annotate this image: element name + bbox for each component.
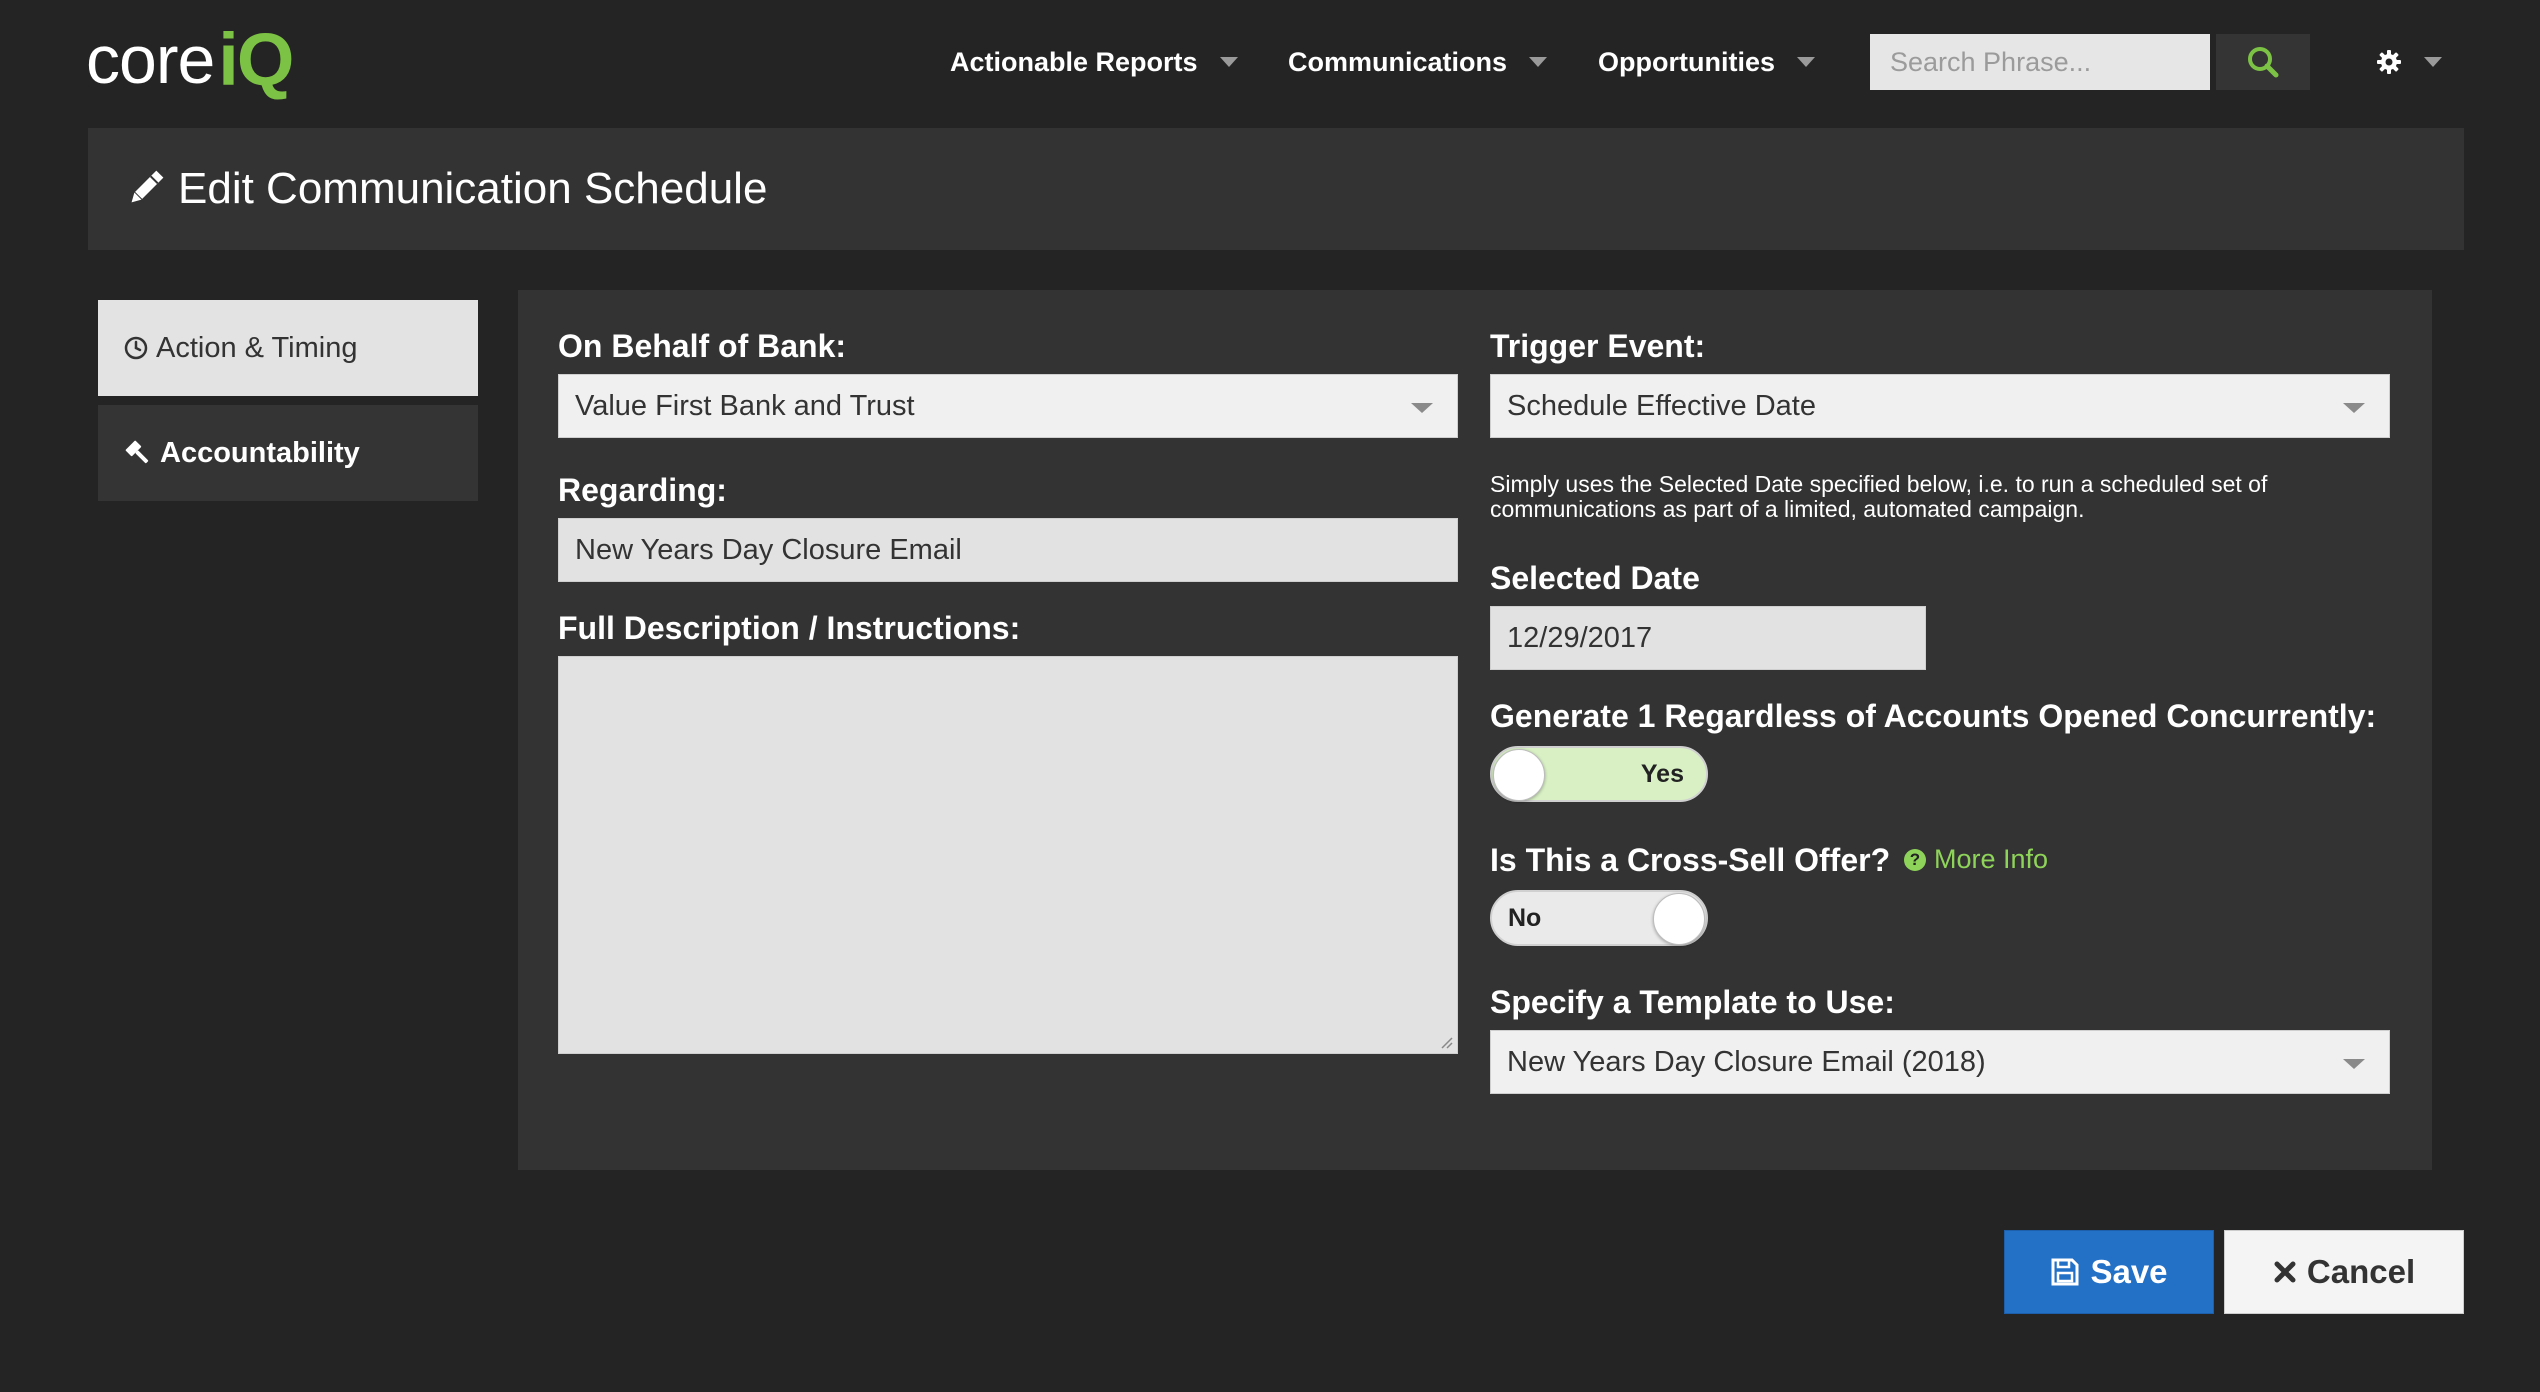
generate-one-label: Generate 1 Regardless of Accounts Opened…: [1490, 698, 2377, 734]
trigger-label: Trigger Event:: [1490, 328, 1706, 364]
trigger-help-text: Simply uses the Selected Date specified …: [1490, 471, 2268, 522]
description-textarea[interactable]: [558, 656, 1458, 1054]
brand-logo[interactable]: core iQ: [86, 18, 294, 101]
cancel-button[interactable]: Cancel: [2224, 1230, 2464, 1314]
question-circle-icon: ?: [1904, 848, 1926, 871]
bank-select[interactable]: Value First Bank and Trust: [558, 374, 1458, 438]
save-button-label: Save: [2090, 1253, 2168, 1290]
resize-handle-icon[interactable]: [1439, 1035, 1453, 1049]
chevron-down-icon: [1411, 403, 1433, 413]
description-label: Full Description / Instructions:: [558, 610, 1021, 646]
trigger-select[interactable]: Schedule Effective Date: [1490, 374, 2390, 438]
chevron-down-icon: [1797, 57, 1815, 67]
more-info-link[interactable]: ? More Info: [1904, 844, 2048, 875]
nav-opportunities[interactable]: Opportunities: [1598, 34, 1815, 90]
chevron-down-icon: [2424, 57, 2442, 67]
nav-opportunities-label: Opportunities: [1598, 46, 1775, 77]
gear-icon: [2377, 50, 2401, 74]
tab-action-timing-label: Action & Timing: [156, 331, 358, 364]
tab-action-timing[interactable]: Action & Timing: [98, 300, 478, 396]
generate-one-toggle[interactable]: Yes: [1490, 746, 1708, 802]
close-icon: [2274, 1261, 2296, 1283]
regarding-input[interactable]: New Years Day Closure Email: [558, 518, 1458, 582]
generate-one-toggle-state: Yes: [1640, 760, 1684, 788]
more-info-label: More Info: [1934, 844, 2049, 874]
nav-actionable-reports[interactable]: Actionable Reports: [950, 34, 1238, 90]
cross-sell-toggle-state: No: [1508, 904, 1542, 932]
page-title: Edit Communication Schedule: [178, 164, 768, 213]
nav-communications-label: Communications: [1288, 46, 1508, 77]
toggle-knob: [1653, 893, 1705, 945]
bank-select-value: Value First Bank and Trust: [575, 389, 915, 422]
template-select[interactable]: New Years Day Closure Email (2018): [1490, 1030, 2390, 1094]
save-button[interactable]: Save: [2004, 1230, 2214, 1314]
nav-communications[interactable]: Communications: [1288, 34, 1548, 90]
top-navbar: core iQ Actionable Reports Communication…: [0, 0, 2540, 128]
nav-actionable-reports-label: Actionable Reports: [950, 46, 1198, 77]
search-button[interactable]: [2216, 34, 2310, 90]
clock-icon: [124, 336, 148, 360]
selected-date-value: 12/29/2017: [1507, 621, 1653, 654]
selected-date-label: Selected Date: [1490, 560, 1700, 596]
gavel-icon: [125, 440, 149, 464]
selected-date-input[interactable]: 12/29/2017: [1490, 606, 1926, 670]
regarding-label: Regarding:: [558, 472, 727, 508]
settings-menu[interactable]: [2376, 44, 2442, 80]
chevron-down-icon: [1219, 57, 1238, 67]
tab-accountability[interactable]: Accountability: [98, 405, 478, 501]
template-select-value: New Years Day Closure Email (2018): [1507, 1045, 1986, 1078]
cross-sell-label: Is This a Cross-Sell Offer?: [1490, 842, 1891, 878]
chevron-down-icon: [1529, 57, 1548, 67]
regarding-input-value: New Years Day Closure Email: [575, 533, 962, 566]
search-icon: [2248, 47, 2279, 78]
pencil-icon: [131, 170, 164, 203]
cross-sell-toggle[interactable]: No: [1490, 890, 1708, 946]
page-header: Edit Communication Schedule: [88, 128, 2464, 250]
floppy-disk-icon: [2051, 1258, 2079, 1286]
brand-logo-iq: iQ: [218, 18, 294, 101]
cancel-button-label: Cancel: [2306, 1253, 2416, 1290]
trigger-select-value: Schedule Effective Date: [1507, 389, 1816, 422]
search-input[interactable]: [1870, 34, 2210, 90]
toggle-knob: [1493, 749, 1545, 801]
chevron-down-icon: [2343, 1059, 2365, 1069]
brand-logo-core: core: [86, 22, 215, 98]
tab-accountability-label: Accountability: [160, 436, 360, 469]
bank-label: On Behalf of Bank:: [558, 328, 847, 364]
template-label: Specify a Template to Use:: [1490, 984, 1895, 1020]
chevron-down-icon: [2343, 403, 2365, 413]
